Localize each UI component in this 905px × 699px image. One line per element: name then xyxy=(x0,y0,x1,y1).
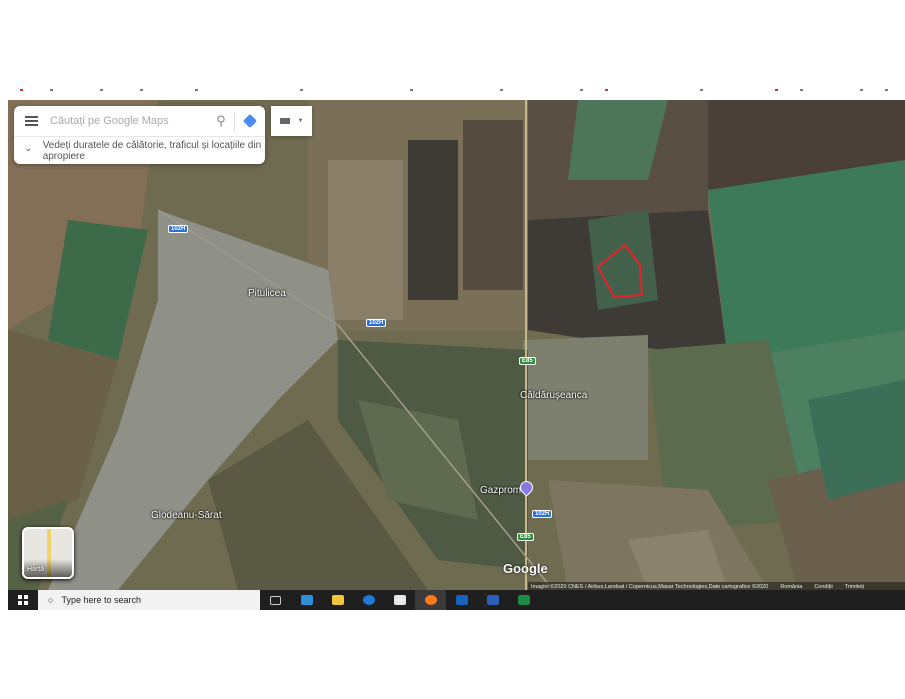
search-input[interactable] xyxy=(48,114,208,128)
terms-link[interactable]: Condiții xyxy=(814,584,832,590)
excel-app[interactable] xyxy=(508,590,539,610)
road-shield: 102H xyxy=(168,225,189,233)
mail-app[interactable] xyxy=(291,590,322,610)
travel-times-expander[interactable]: ⌄ Vedeți duratele de călătorie, traficul… xyxy=(14,137,265,162)
caret-down-icon: ▼ xyxy=(297,118,304,124)
place-label: Căldărușeanca xyxy=(520,390,588,401)
firefox-app[interactable] xyxy=(415,590,446,610)
menu-button[interactable] xyxy=(14,120,48,122)
windows-icon xyxy=(18,595,28,605)
directions-icon xyxy=(242,113,258,129)
outlook-app[interactable] xyxy=(446,590,477,610)
word-app[interactable] xyxy=(477,590,508,610)
country-link[interactable]: România xyxy=(780,584,802,590)
file-explorer-app[interactable] xyxy=(322,590,353,610)
poi-label[interactable]: Gazprom xyxy=(480,485,521,496)
taskbar-search[interactable]: ○ Type here to search xyxy=(38,590,260,610)
search-panel: ⚲ ⌄ Vedeți duratele de călătorie, trafic… xyxy=(14,106,265,164)
firefox-icon xyxy=(424,595,437,605)
travel-times-hint: Vedeți duratele de călătorie, traficul ș… xyxy=(42,140,262,162)
start-button[interactable] xyxy=(8,595,38,605)
taskbar-search-placeholder: Type here to search xyxy=(61,595,141,605)
place-label: Pitulicea xyxy=(248,288,286,299)
map-type-label: Hartă xyxy=(27,566,45,573)
attribution-text: Imagini ©2020 CNES / Airbus,Landsat / Co… xyxy=(531,583,769,590)
send-feedback-link[interactable]: Trimiteți xyxy=(845,584,864,590)
place-label: Glodeanu-Sărat xyxy=(151,510,222,521)
google-logo: Google xyxy=(503,561,548,576)
search-icon[interactable]: ⚲ xyxy=(208,113,234,129)
road-shield: E85 xyxy=(519,357,536,365)
task-view-button[interactable] xyxy=(260,590,291,610)
store-icon xyxy=(393,595,406,605)
map-type-toggle[interactable]: Hartă xyxy=(22,527,74,579)
folder-icon xyxy=(331,595,344,605)
edge-app[interactable] xyxy=(353,590,384,610)
directions-button[interactable] xyxy=(235,113,265,129)
task-view-icon xyxy=(270,595,281,605)
satellite-map[interactable]: Pitulicea Căldărușeanca Glodeanu-Sărat G… xyxy=(8,100,905,590)
chevron-down-icon: ⌄ xyxy=(24,143,33,154)
layers-dropdown[interactable]: ▼ xyxy=(271,106,312,136)
word-icon xyxy=(486,595,499,605)
taskbar: ○ Type here to search xyxy=(8,590,905,610)
store-app[interactable] xyxy=(384,590,415,610)
search-circle-icon: ○ xyxy=(48,595,54,605)
edge-icon xyxy=(362,595,375,605)
hamburger-icon xyxy=(24,120,38,122)
road-shield: 102H xyxy=(366,319,387,327)
outlook-icon xyxy=(455,595,468,605)
excel-icon xyxy=(517,595,530,605)
mail-icon xyxy=(300,595,313,605)
keyboard-icon xyxy=(279,118,290,124)
browser-toolbar-strip xyxy=(0,86,905,96)
road-shield: E85 xyxy=(517,533,534,541)
road-shield: 102H xyxy=(532,510,553,518)
